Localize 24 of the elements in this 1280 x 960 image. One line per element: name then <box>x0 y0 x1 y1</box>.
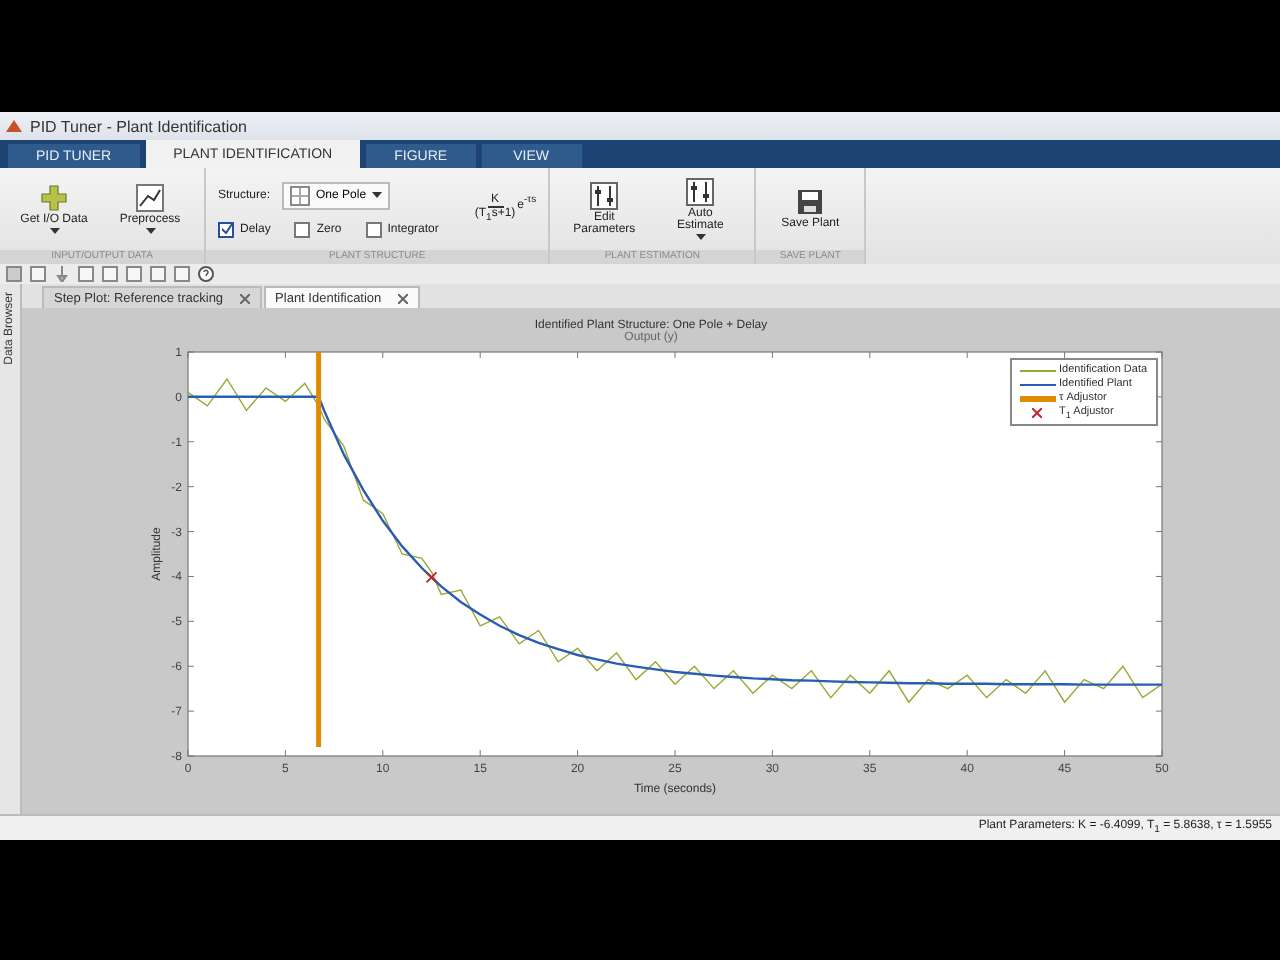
close-icon[interactable] <box>239 293 250 303</box>
caret-icon <box>145 228 155 234</box>
caret-icon <box>695 234 706 240</box>
plus-icon <box>40 184 68 212</box>
help-icon[interactable] <box>198 266 214 282</box>
window-title: PID Tuner - Plant Identification <box>30 117 247 135</box>
legend-swatch <box>1019 367 1055 373</box>
plot-icon <box>290 185 311 205</box>
save-icon <box>796 188 825 216</box>
window-icon[interactable] <box>6 266 22 282</box>
cross-icon <box>1032 408 1042 419</box>
legend-swatch <box>1019 381 1055 387</box>
caret-icon <box>49 228 59 234</box>
checkmark-icon <box>221 224 231 234</box>
sliders-icon <box>590 182 619 210</box>
cross-marker[interactable] <box>424 571 437 584</box>
sliders-icon <box>686 178 715 206</box>
chart-icon <box>136 184 164 212</box>
caret-icon <box>372 192 383 198</box>
close-icon[interactable] <box>397 293 408 303</box>
adjustor-line[interactable] <box>315 352 321 747</box>
document-icon[interactable] <box>30 266 46 282</box>
legend-swatch <box>1019 395 1055 401</box>
app-logo-icon <box>6 118 22 134</box>
